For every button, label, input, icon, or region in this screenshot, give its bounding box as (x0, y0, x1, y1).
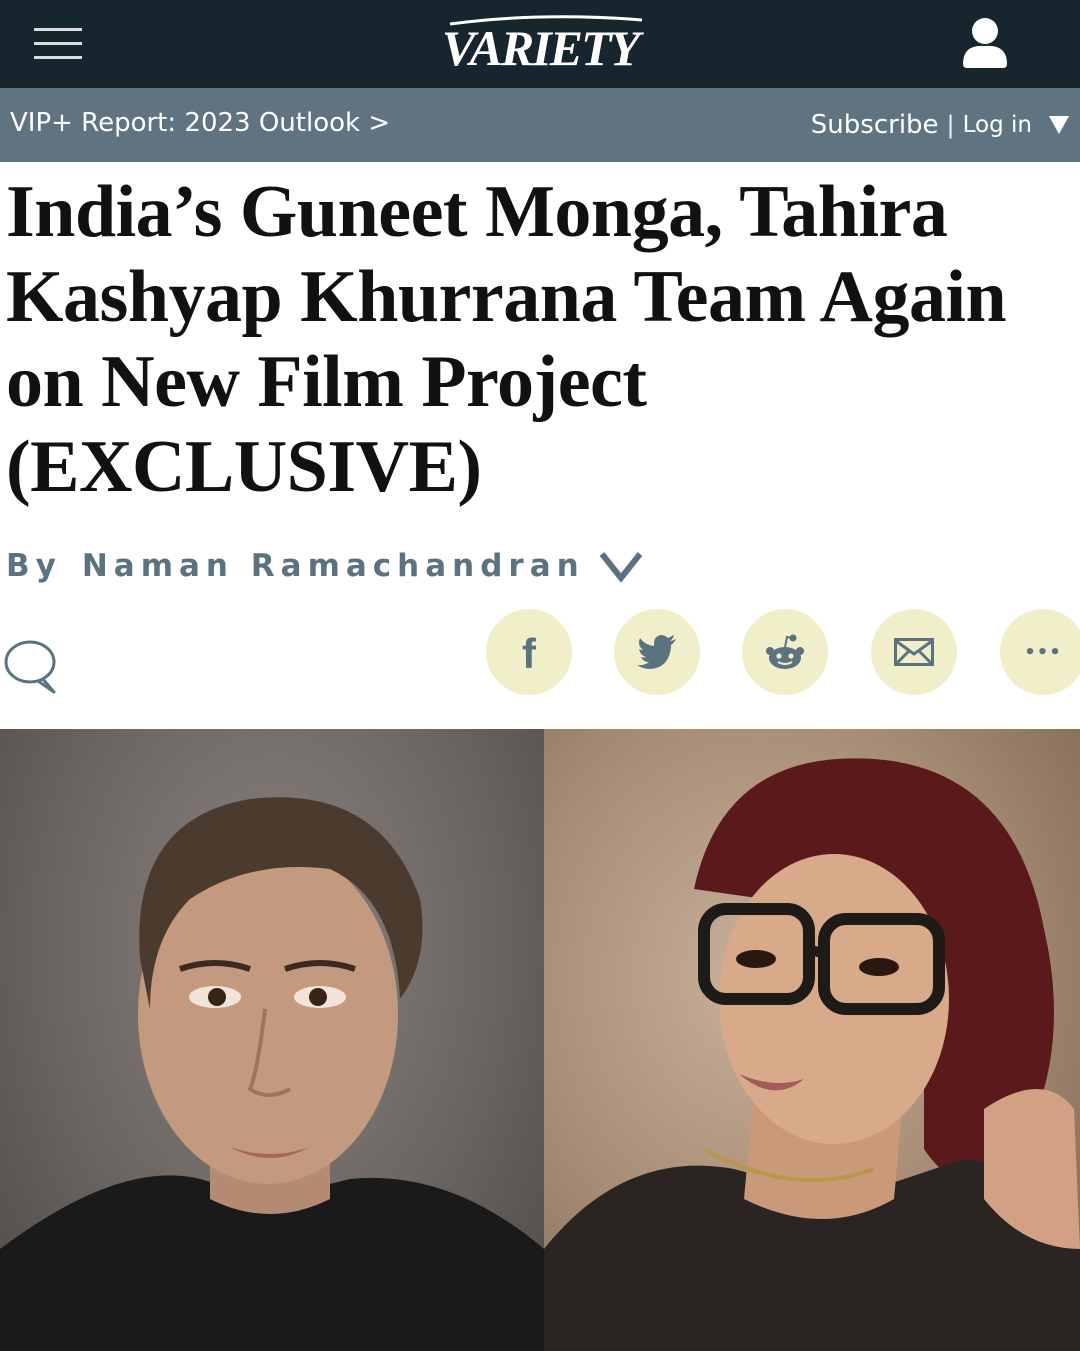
subscribe-link[interactable]: Subscribe (811, 110, 939, 140)
top-nav-bar: VARIETY (0, 0, 1080, 88)
variety-logo[interactable]: VARIETY (410, 10, 670, 80)
portrait-photo-right[interactable] (544, 729, 1080, 1351)
facebook-share-button[interactable]: f (486, 609, 572, 695)
author-name[interactable]: Naman Ramachandran (82, 548, 585, 584)
svg-text:VARIETY: VARIETY (442, 20, 645, 76)
email-share-button[interactable] (871, 609, 957, 695)
comment-icon[interactable] (2, 636, 62, 696)
reddit-icon (766, 634, 804, 669)
article-hero-images (0, 729, 1080, 1351)
more-icon: ••• (1024, 641, 1062, 663)
portrait-illustration-right (544, 758, 1080, 1351)
login-link[interactable]: Log in (963, 112, 1032, 138)
twitter-icon (637, 635, 676, 669)
user-account-icon[interactable] (958, 14, 1012, 70)
twitter-share-button[interactable] (614, 609, 700, 695)
more-share-button[interactable]: ••• (1000, 609, 1080, 695)
byline-prefix: By (6, 548, 62, 584)
vip-report-link[interactable]: VIP+ Report: 2023 Outlook > (10, 108, 390, 138)
svg-text:f: f (522, 632, 537, 672)
chevron-down-icon[interactable] (599, 550, 643, 582)
portrait-photo-left[interactable] (0, 729, 544, 1351)
article-page: VARIETY VIP+ Report: 2023 Outlook > Subs… (0, 0, 1080, 1351)
portrait-illustration-left (0, 797, 544, 1351)
article-title: India’s Guneet Monga, Tahira Kashyap Khu… (6, 171, 1007, 508)
separator: | (946, 111, 955, 139)
email-icon (894, 638, 934, 666)
hamburger-menu-icon[interactable] (34, 24, 82, 64)
byline: By Naman Ramachandran (6, 544, 643, 588)
promo-bar: VIP+ Report: 2023 Outlook > Subscribe | … (0, 88, 1080, 162)
facebook-icon: f (522, 632, 537, 672)
caret-down-icon[interactable] (1048, 115, 1070, 135)
reddit-share-button[interactable] (742, 609, 828, 695)
account-links: Subscribe | Log in (811, 108, 1070, 142)
